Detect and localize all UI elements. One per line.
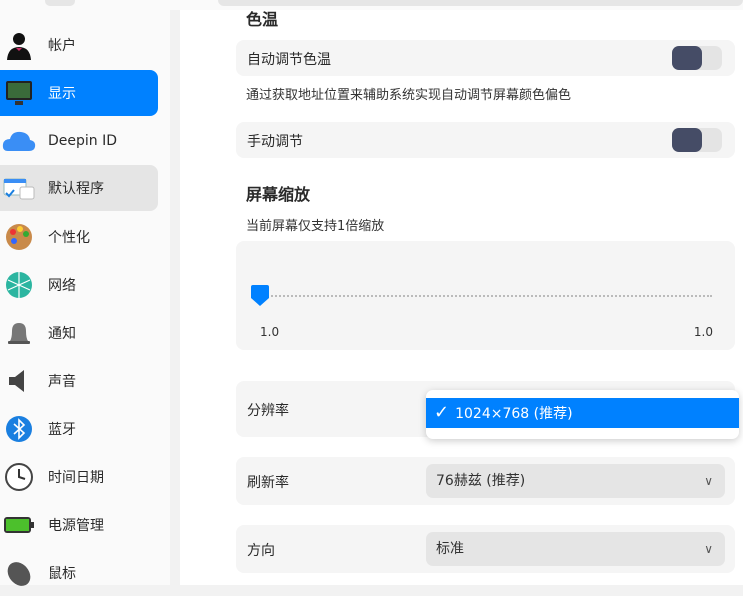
bell-icon	[2, 318, 36, 348]
resolution-dropdown[interactable]: ✓ 1024×768 (推荐)	[426, 390, 739, 439]
display-settings-panel: 色温 自动调节色温 通过获取地址位置来辅助系统实现自动调节屏幕颜色偏色 手动调节…	[180, 10, 743, 585]
refresh-rate-value: 76赫兹 (推荐)	[436, 473, 526, 489]
color-temp-description: 通过获取地址位置来辅助系统实现自动调节屏幕颜色偏色	[246, 88, 572, 103]
sidebar-item-power[interactable]: 电源管理	[0, 502, 158, 548]
check-icon: ✓	[434, 402, 450, 423]
scaling-heading: 屏幕缩放	[246, 185, 311, 204]
sidebar-item-label: 时间日期	[48, 470, 104, 486]
scaling-note: 当前屏幕仅支持1倍缩放	[246, 219, 385, 234]
account-icon	[2, 30, 36, 60]
manual-adjust-toggle[interactable]	[672, 128, 722, 152]
sidebar-item-label: 个性化	[48, 230, 90, 246]
refresh-rate-row: 刷新率 76赫兹 (推荐) ∨	[236, 457, 735, 505]
sidebar-item-account[interactable]: 帐户	[0, 22, 158, 68]
orientation-label: 方向	[247, 543, 275, 559]
auto-color-temp-label: 自动调节色温	[247, 52, 331, 68]
clock-icon	[2, 462, 36, 492]
sidebar-item-label: Deepin ID	[48, 133, 118, 149]
sidebar-item-bluetooth[interactable]: 蓝牙	[0, 406, 158, 452]
sidebar-item-personalization[interactable]: 个性化	[0, 214, 158, 260]
manual-adjust-label: 手动调节	[247, 134, 303, 150]
orientation-row: 方向 标准 ∨	[236, 525, 735, 573]
sidebar-item-default-apps[interactable]: 默认程序	[0, 165, 158, 211]
sidebar-item-datetime[interactable]: 时间日期	[0, 454, 158, 500]
sidebar-item-label: 蓝牙	[48, 422, 76, 438]
display-icon	[2, 78, 36, 108]
sidebar-item-label: 网络	[48, 278, 76, 294]
chevron-down-icon: ∨	[704, 542, 713, 556]
refresh-rate-label: 刷新率	[247, 475, 289, 491]
back-button[interactable]	[45, 0, 75, 6]
slider-handle[interactable]	[249, 284, 271, 308]
auto-color-temp-toggle[interactable]	[672, 46, 722, 70]
sidebar-item-label: 默认程序	[48, 181, 104, 197]
resolution-option[interactable]: ✓ 1024×768 (推荐)	[426, 398, 739, 428]
sidebar-item-label: 鼠标	[48, 566, 76, 582]
scaling-slider-card: 1.0 1.0	[236, 241, 735, 350]
sidebar: 帐户 显示 Deepin ID 默认程序 个性化 网络 通知 声音 蓝牙 时间日…	[0, 10, 170, 586]
sidebar-item-label: 通知	[48, 326, 76, 342]
slider-min-label: 1.0	[260, 325, 280, 339]
slider-track[interactable]	[256, 295, 712, 297]
sidebar-item-sound[interactable]: 声音	[0, 358, 158, 404]
chevron-down-icon: ∨	[704, 474, 713, 488]
sidebar-item-mouse[interactable]: 鼠标	[0, 550, 158, 596]
color-temp-heading: 色温	[246, 10, 279, 29]
cloud-icon	[2, 126, 36, 156]
sidebar-item-label: 显示	[48, 86, 76, 102]
sidebar-item-network[interactable]: 网络	[0, 262, 158, 308]
orientation-select[interactable]: 标准 ∨	[426, 532, 725, 566]
slider-max-label: 1.0	[693, 325, 713, 339]
refresh-rate-select[interactable]: 76赫兹 (推荐) ∨	[426, 464, 725, 498]
sidebar-item-notifications[interactable]: 通知	[0, 310, 158, 356]
sidebar-item-label: 声音	[48, 374, 76, 390]
default-apps-icon	[2, 173, 36, 203]
sidebar-item-deepin-id[interactable]: Deepin ID	[0, 118, 158, 164]
auto-color-temp-row: 自动调节色温	[236, 40, 735, 76]
resolution-label: 分辨率	[247, 403, 289, 419]
mouse-icon	[2, 558, 36, 588]
search-input[interactable]	[218, 0, 743, 6]
palette-icon	[2, 222, 36, 252]
manual-adjust-row: 手动调节	[236, 122, 735, 158]
speaker-icon	[2, 366, 36, 396]
bluetooth-icon	[2, 414, 36, 444]
network-icon	[2, 270, 36, 300]
orientation-value: 标准	[436, 541, 464, 557]
top-bar	[0, 0, 743, 10]
sidebar-item-label: 电源管理	[48, 518, 104, 534]
resolution-option-label: 1024×768 (推荐)	[455, 406, 573, 422]
sidebar-item-label: 帐户	[48, 38, 76, 54]
sidebar-item-display[interactable]: 显示	[0, 70, 158, 116]
battery-icon	[2, 510, 36, 540]
